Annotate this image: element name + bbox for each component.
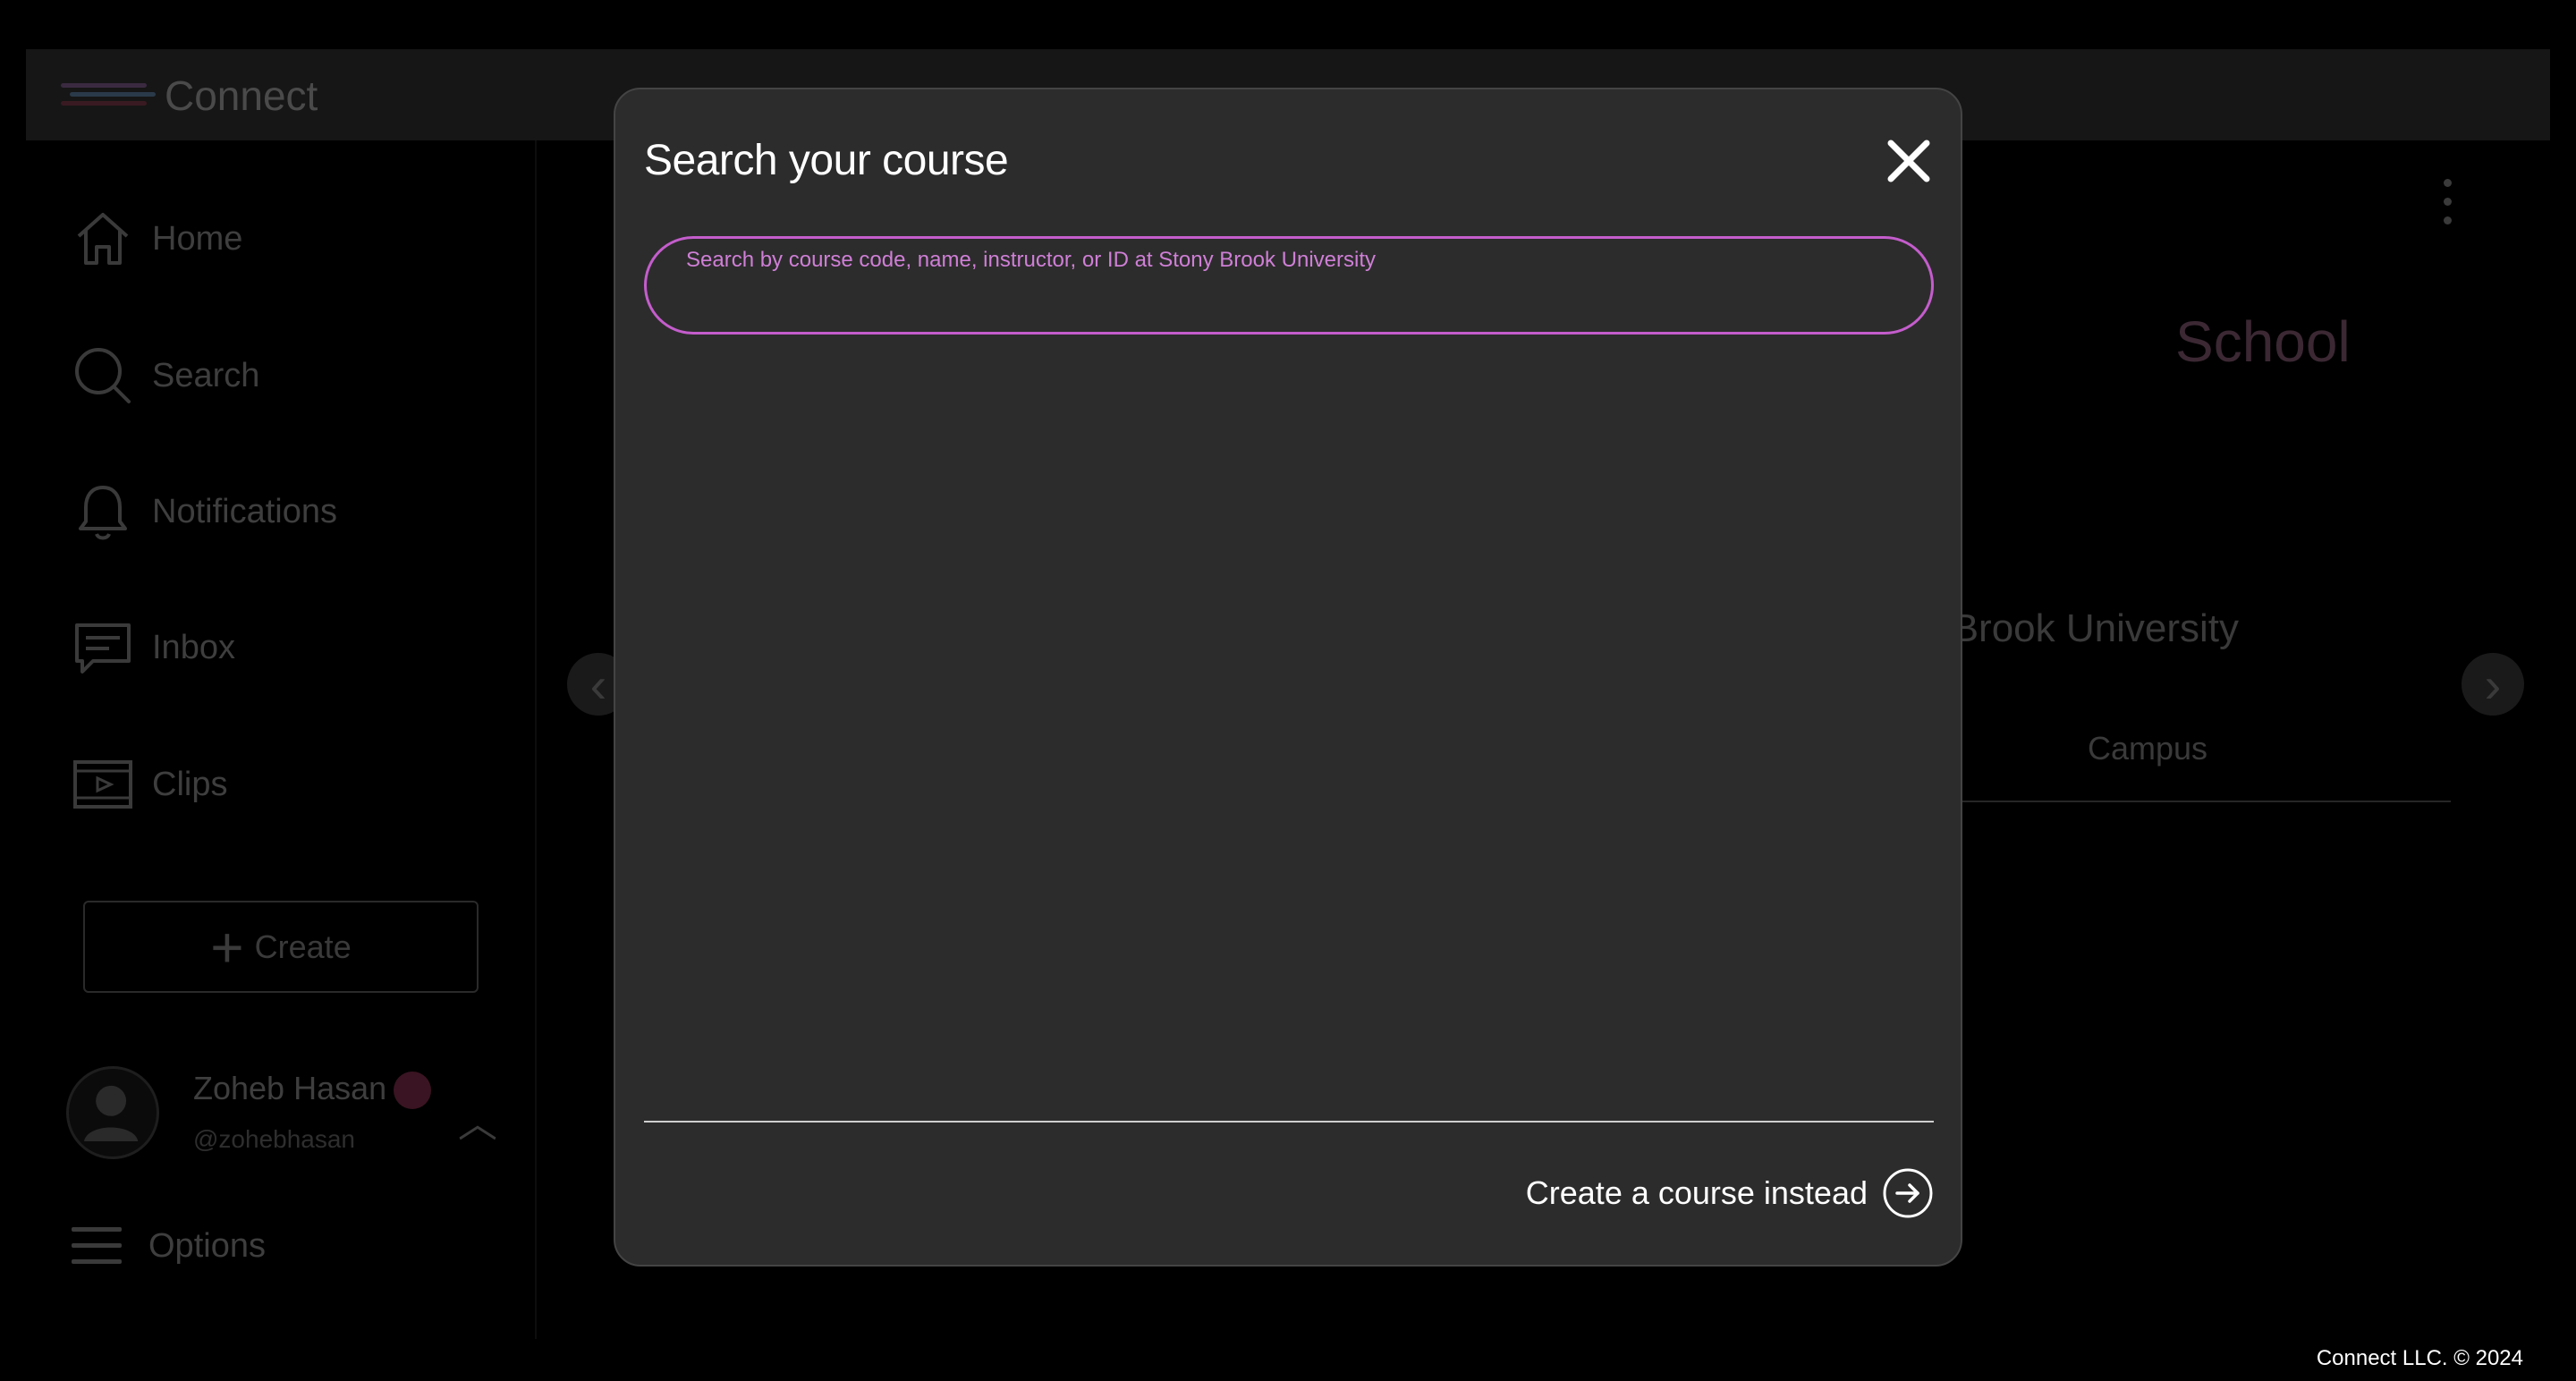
menu-icon bbox=[72, 1227, 122, 1264]
footer-copyright: Connect LLC. © 2024 bbox=[2316, 1346, 2523, 1370]
create-course-instead-button[interactable]: Create a course instead bbox=[1526, 1167, 1934, 1219]
sidebar-item-label: Inbox bbox=[152, 628, 235, 666]
arrow-right-circle-icon bbox=[1883, 1168, 1933, 1218]
kebab-menu-icon[interactable] bbox=[2444, 179, 2453, 225]
video-icon bbox=[73, 760, 132, 809]
sidebar-item-label: Home bbox=[152, 219, 243, 258]
divider bbox=[644, 1121, 1934, 1123]
modal-title: Search your course bbox=[644, 137, 1009, 184]
close-icon[interactable] bbox=[1884, 136, 1934, 186]
avatar bbox=[66, 1066, 159, 1159]
create-button[interactable]: + Create bbox=[83, 901, 479, 993]
create-course-instead-label: Create a course instead bbox=[1525, 1174, 1868, 1211]
profile-handle: @zohebhasan bbox=[193, 1125, 356, 1153]
app-logo[interactable]: Connect bbox=[61, 72, 318, 120]
school-label: School bbox=[2175, 309, 2351, 374]
profile-name: Zoheb Hasan bbox=[193, 1070, 387, 1106]
search-course-modal: Search your course Create a course inste… bbox=[614, 88, 1962, 1267]
chevron-up-icon[interactable]: ︿ bbox=[458, 1091, 497, 1148]
carousel-next-icon[interactable]: › bbox=[2462, 653, 2524, 716]
profile-card[interactable]: Zoheb Hasan @zohebhasan ︿ bbox=[66, 1055, 497, 1172]
plus-icon: + bbox=[210, 914, 244, 979]
options-label: Options bbox=[148, 1226, 266, 1265]
sidebar-item-notifications[interactable]: Notifications bbox=[72, 480, 337, 543]
home-icon bbox=[77, 213, 129, 265]
search-icon bbox=[75, 348, 131, 403]
message-icon bbox=[75, 623, 131, 674]
app-name: Connect bbox=[165, 72, 318, 119]
sidebar-item-search[interactable]: Search bbox=[72, 344, 259, 407]
search-field[interactable] bbox=[644, 236, 1934, 335]
sidebar-item-label: Clips bbox=[152, 765, 228, 803]
options-button[interactable]: Options bbox=[72, 1225, 266, 1267]
results-area bbox=[644, 358, 1934, 1207]
tab-underline bbox=[1959, 801, 2451, 802]
tab-campus[interactable]: Campus bbox=[2088, 730, 2207, 767]
sidebar-item-label: Notifications bbox=[152, 492, 337, 530]
sidebar-item-inbox[interactable]: Inbox bbox=[72, 616, 235, 679]
create-button-label: Create bbox=[254, 928, 352, 965]
logo-mark-icon bbox=[61, 78, 156, 114]
course-search-input[interactable] bbox=[686, 242, 1885, 278]
sidebar-item-label: Search bbox=[152, 356, 260, 394]
page: Connect Home Search Notifications Inbox … bbox=[0, 0, 2576, 1381]
sidebar-item-clips[interactable]: Clips bbox=[72, 753, 227, 816]
bell-icon bbox=[79, 486, 127, 540]
verified-badge-icon bbox=[394, 1072, 431, 1109]
sidebar-item-home[interactable]: Home bbox=[72, 208, 242, 270]
user-icon bbox=[83, 1085, 139, 1142]
